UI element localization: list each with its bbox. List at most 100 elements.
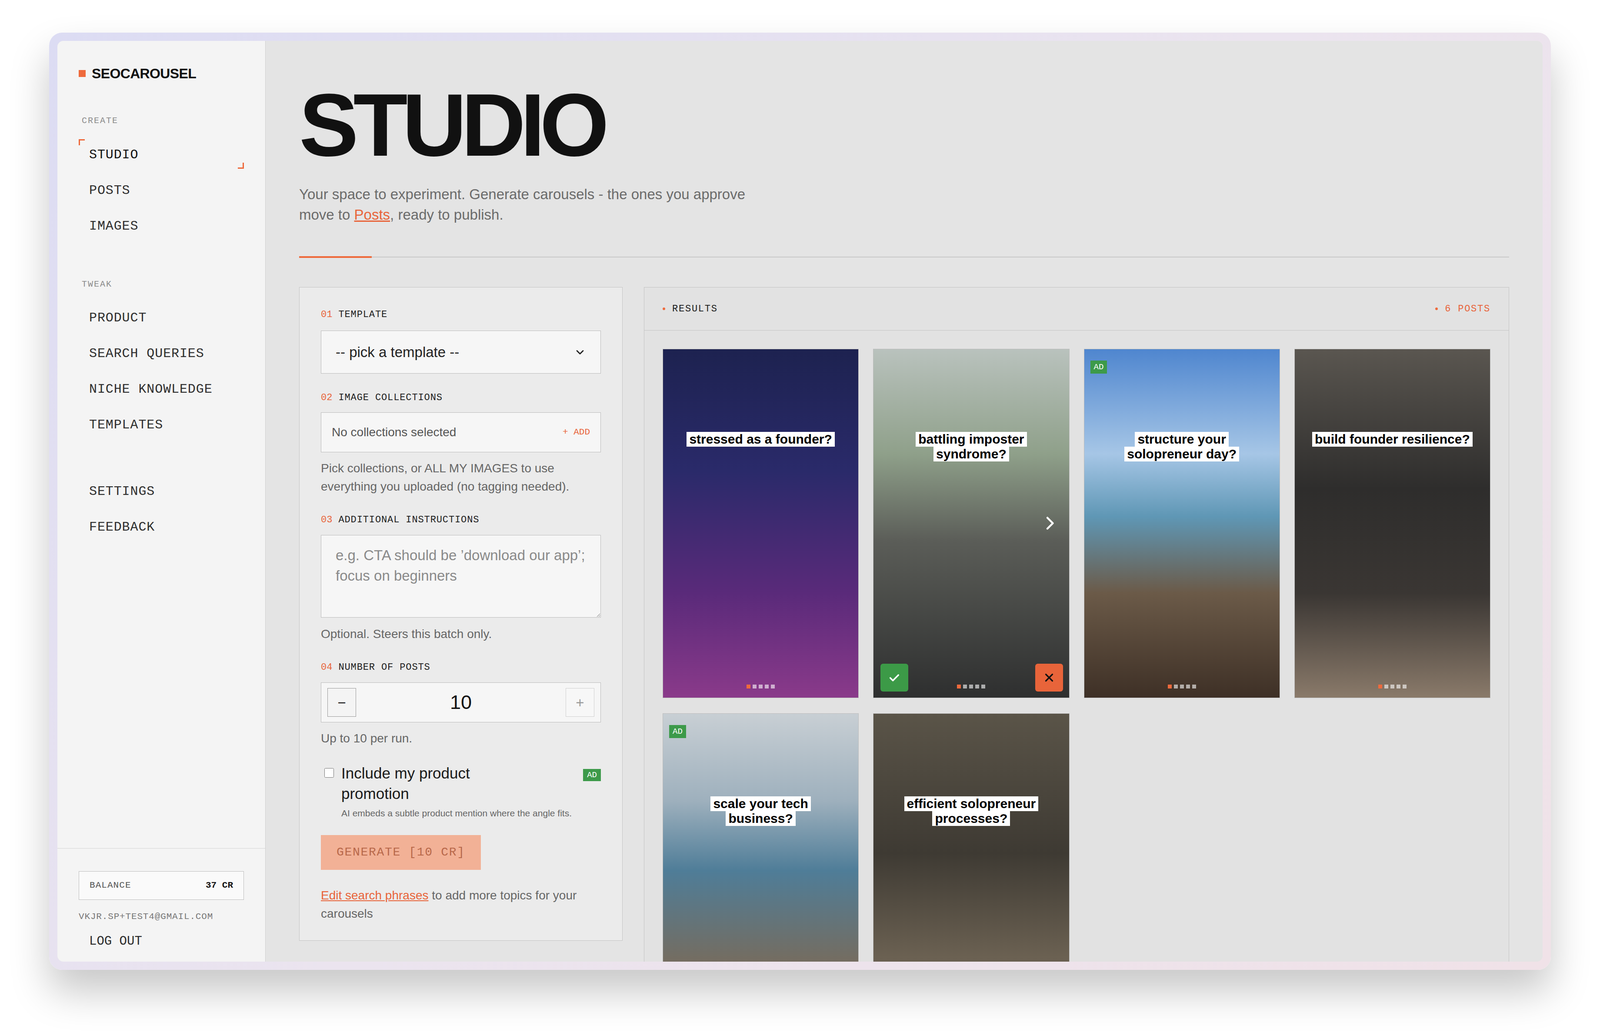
sidebar-item[interactable]: PRODUCT (78, 300, 244, 336)
results-title: RESULTS (662, 301, 718, 317)
generate-button[interactable]: GENERATE [10 CR] (320, 834, 481, 870)
slide-dot[interactable] (752, 684, 757, 689)
page-subtitle: Your space to experiment. Generate carou… (299, 183, 752, 225)
template-select[interactable]: -- pick a template -- (320, 330, 601, 374)
account-panel: BALANCE37 CRVKJR.SP+TEST4@GMAIL.COMLOG O… (57, 847, 266, 962)
sidebar-item[interactable]: POSTS (78, 172, 244, 209)
instructions-textarea[interactable] (320, 534, 601, 618)
collections-field[interactable]: No collections selected+ ADD (320, 412, 601, 453)
carousel-card[interactable]: scale your techbusiness? AD (662, 713, 859, 962)
sidebar-list: PRODUCTSEARCH QUERIES NICHE KNOWLEDGE TEMP… (57, 300, 266, 443)
card-caption: structure yoursolopreneur day? (1084, 431, 1280, 462)
divider-accent (299, 256, 372, 258)
sidebar-item-label: STUDIO (89, 145, 139, 165)
sidebar-item[interactable]: SEARCH QUERIES (78, 335, 244, 372)
decrement-button[interactable]: − (327, 687, 357, 717)
reject-button[interactable] (1035, 663, 1064, 692)
slide-dot[interactable] (1384, 684, 1389, 689)
promotion-checkbox[interactable] (324, 767, 334, 778)
main-content: STUDIOYour space to experiment. Generate… (265, 40, 1543, 962)
section-label: CREATE (57, 116, 266, 126)
add-collection-button[interactable]: + ADD (562, 425, 590, 440)
promotion-help: AI embeds a subtle product mention where… (341, 806, 575, 820)
slide-dot[interactable] (1167, 684, 1172, 689)
section-label: TWEAK (57, 279, 266, 290)
dot-icon (662, 307, 666, 310)
card-caption: battling impostersyndrome? (873, 431, 1069, 462)
slide-dot[interactable] (1173, 684, 1178, 689)
close-icon (1042, 670, 1056, 684)
card-caption: scale your techbusiness? (663, 796, 859, 826)
card-caption: build founder resilience? (1294, 431, 1490, 447)
carousel-card[interactable]: efficient solopreneurprocesses? (873, 713, 1070, 962)
slide-dot[interactable] (770, 684, 775, 689)
slide-dot[interactable] (963, 684, 967, 689)
slide-dot[interactable] (975, 684, 980, 689)
sidebar-list: SETTINGS FEEDBACK (57, 473, 266, 545)
sidebar-item[interactable]: STUDIO (78, 136, 244, 173)
field-label: 01TEMPLATE (320, 310, 601, 320)
panels: 01TEMPLATE-- pick a template --02IMAGE C… (299, 286, 1510, 962)
app: SEOCAROUSEL CREATE STUDIO POSTS IMAGES TWEAK P… (57, 40, 1543, 962)
caption-line: solopreneur day? (1124, 446, 1240, 462)
sidebar-item[interactable]: SETTINGS (78, 473, 244, 510)
sidebar-list: STUDIO POSTS IMAGES (57, 136, 266, 244)
chevron-down-icon (573, 346, 587, 359)
slide-dot[interactable] (758, 684, 763, 689)
carousel-card[interactable]: structure yoursolopreneur day? AD (1083, 348, 1280, 698)
slide-dot[interactable] (764, 684, 769, 689)
divider (299, 256, 1510, 258)
increment-button[interactable]: + (565, 687, 595, 717)
slide-dot[interactable] (956, 684, 961, 689)
slide-dots (663, 684, 859, 689)
caption-line: syndrome? (933, 446, 1010, 462)
slide-dot[interactable] (981, 684, 986, 689)
sidebar-item[interactable]: NICHE KNOWLEDGE (78, 371, 244, 407)
slide-dot[interactable] (1402, 684, 1407, 689)
ad-badge: AD (669, 724, 687, 738)
caption-line: battling imposter (915, 431, 1027, 447)
ad-badge: AD (1090, 360, 1108, 374)
slide-dot[interactable] (746, 684, 751, 689)
carousel-card[interactable]: build founder resilience? (1294, 348, 1491, 698)
promotion-label[interactable]: Include my product promotion (341, 762, 533, 804)
field-label-text: TEMPLATE (338, 310, 388, 320)
field-label-text: ADDITIONAL INSTRUCTIONS (338, 515, 480, 525)
slide-dot[interactable] (1378, 684, 1383, 689)
slide-dots (1084, 684, 1280, 689)
help-text: Pick collections, or ALL MY IMAGES to us… (320, 459, 601, 496)
slide-dot[interactable] (1186, 684, 1190, 689)
logo[interactable]: SEOCAROUSEL (57, 40, 266, 83)
posts-count-value[interactable]: 10 (450, 687, 472, 717)
sidebar-item-label: NICHE KNOWLEDGE (89, 379, 213, 400)
help-text: Optional. Steers this batch only. (320, 624, 601, 644)
sidebar-item-label: FEEDBACK (89, 517, 155, 537)
edit-search-phrases-link[interactable]: Edit search phrases (320, 888, 429, 902)
next-slide-button[interactable] (1043, 514, 1057, 532)
caption-line: processes? (932, 810, 1010, 826)
approve-button[interactable] (880, 663, 909, 692)
results-header: RESULTS6 POSTS (644, 287, 1509, 331)
slide-dot[interactable] (1396, 684, 1401, 689)
carousel-card[interactable]: battling impostersyndrome? (873, 348, 1070, 698)
field-number: 02 (320, 393, 333, 403)
posts-link[interactable]: Posts (354, 206, 391, 223)
caption-line: stressed as a founder? (686, 431, 835, 447)
results-panel: RESULTS6 POSTS stressed as a founder? batt… (643, 286, 1510, 962)
sidebar-item[interactable]: IMAGES (78, 208, 244, 244)
sidebar-section: CREATE STUDIO POSTS IMAGES (57, 116, 266, 244)
caption-line: scale your tech (710, 796, 811, 811)
slide-dot[interactable] (1390, 684, 1395, 689)
carousel-card[interactable]: stressed as a founder? (662, 348, 859, 698)
sidebar-section: TWEAK PRODUCTSEARCH QUERIES NICHE KNOWLEDG… (57, 279, 266, 443)
logout-button[interactable]: LOG OUT (57, 934, 266, 949)
ad-badge-wrap: AD (1090, 360, 1108, 374)
active-corner-icon (237, 162, 244, 169)
sidebar-item[interactable]: TEMPLATES (78, 406, 244, 443)
slide-dot[interactable] (969, 684, 974, 689)
sidebar-item[interactable]: FEEDBACK (78, 509, 244, 545)
slide-dot[interactable] (1192, 684, 1197, 689)
results-label: RESULTS (672, 301, 718, 317)
sidebar-item-label: IMAGES (89, 216, 139, 237)
slide-dot[interactable] (1180, 684, 1184, 689)
